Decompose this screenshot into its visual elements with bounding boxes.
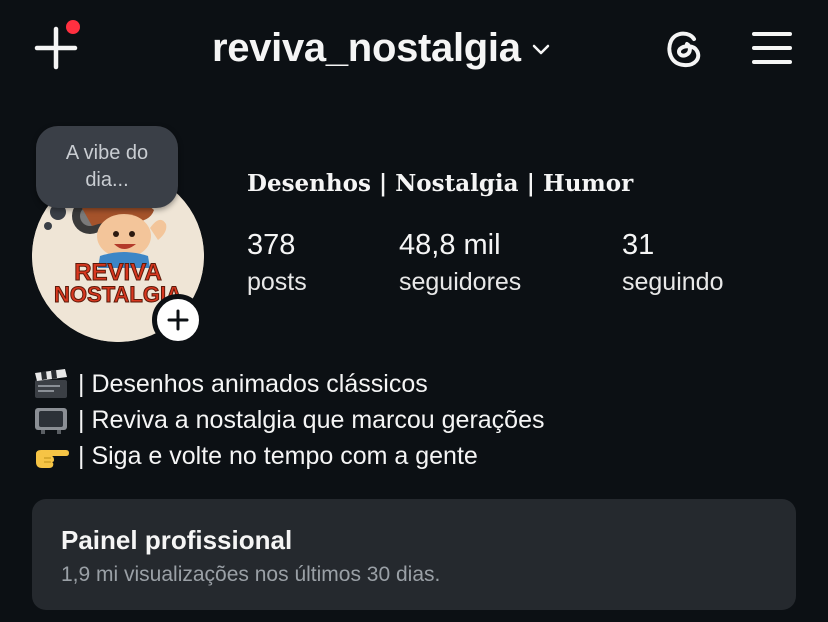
threads-icon [667,31,701,68]
dashboard-title: Painel profissional [61,525,293,555]
bio-text: | Reviva a nostalgia que marcou gerações [78,405,545,434]
top-bar: reviva_nostalgia [0,0,828,96]
stat-label: posts [247,268,307,296]
plus-icon [167,309,189,331]
hamburger-menu-icon [752,32,792,64]
bio-line: | Siga e volte no tempo com a gente [32,438,544,474]
bio-text: | Desenhos animados clássicos [78,369,428,398]
stat-value: 48,8 mil [399,229,501,261]
stat-followers[interactable]: 48,8 mil seguidores [399,228,521,298]
threads-button[interactable] [660,24,708,72]
profile-page: reviva_nostalgia REVIVA NOSTALGIA A vibe… [0,0,828,622]
stat-posts[interactable]: 378 posts [247,228,307,298]
clapperboard-icon [35,369,67,398]
account-switcher[interactable]: reviva_nostalgia [212,22,551,74]
username: reviva_nostalgia [212,25,521,70]
bio-text: | Siga e volte no tempo com a gente [78,441,478,470]
dashboard-subtitle: 1,9 mi visualizações nos últimos 30 dias… [61,563,441,586]
note-bubble[interactable]: A vibe do dia... [36,126,178,208]
menu-button[interactable] [748,26,796,70]
display-name: Desenhos | Nostalgia | Humor [247,170,634,197]
pointing-hand-icon [36,450,69,468]
stat-following[interactable]: 31 seguindo [622,228,723,298]
professional-dashboard-card[interactable]: Painel profissional 1,9 mi visualizações… [32,499,796,610]
create-button[interactable] [30,20,82,74]
stat-value: 378 [247,229,296,261]
bio-line: | Reviva a nostalgia que marcou gerações [32,402,544,438]
stat-value: 31 [622,229,655,261]
chevron-down-icon [532,44,549,55]
bio: | Desenhos animados clássicos | Reviva a… [32,366,544,474]
notification-dot [66,20,80,34]
add-story-button[interactable] [152,294,204,346]
note-bubble-tail [44,222,52,230]
bio-line: | Desenhos animados clássicos [32,366,544,402]
note-text: A vibe do dia... [65,142,149,191]
stat-label: seguindo [622,268,724,296]
television-icon [35,408,67,434]
stat-label: seguidores [399,268,522,296]
